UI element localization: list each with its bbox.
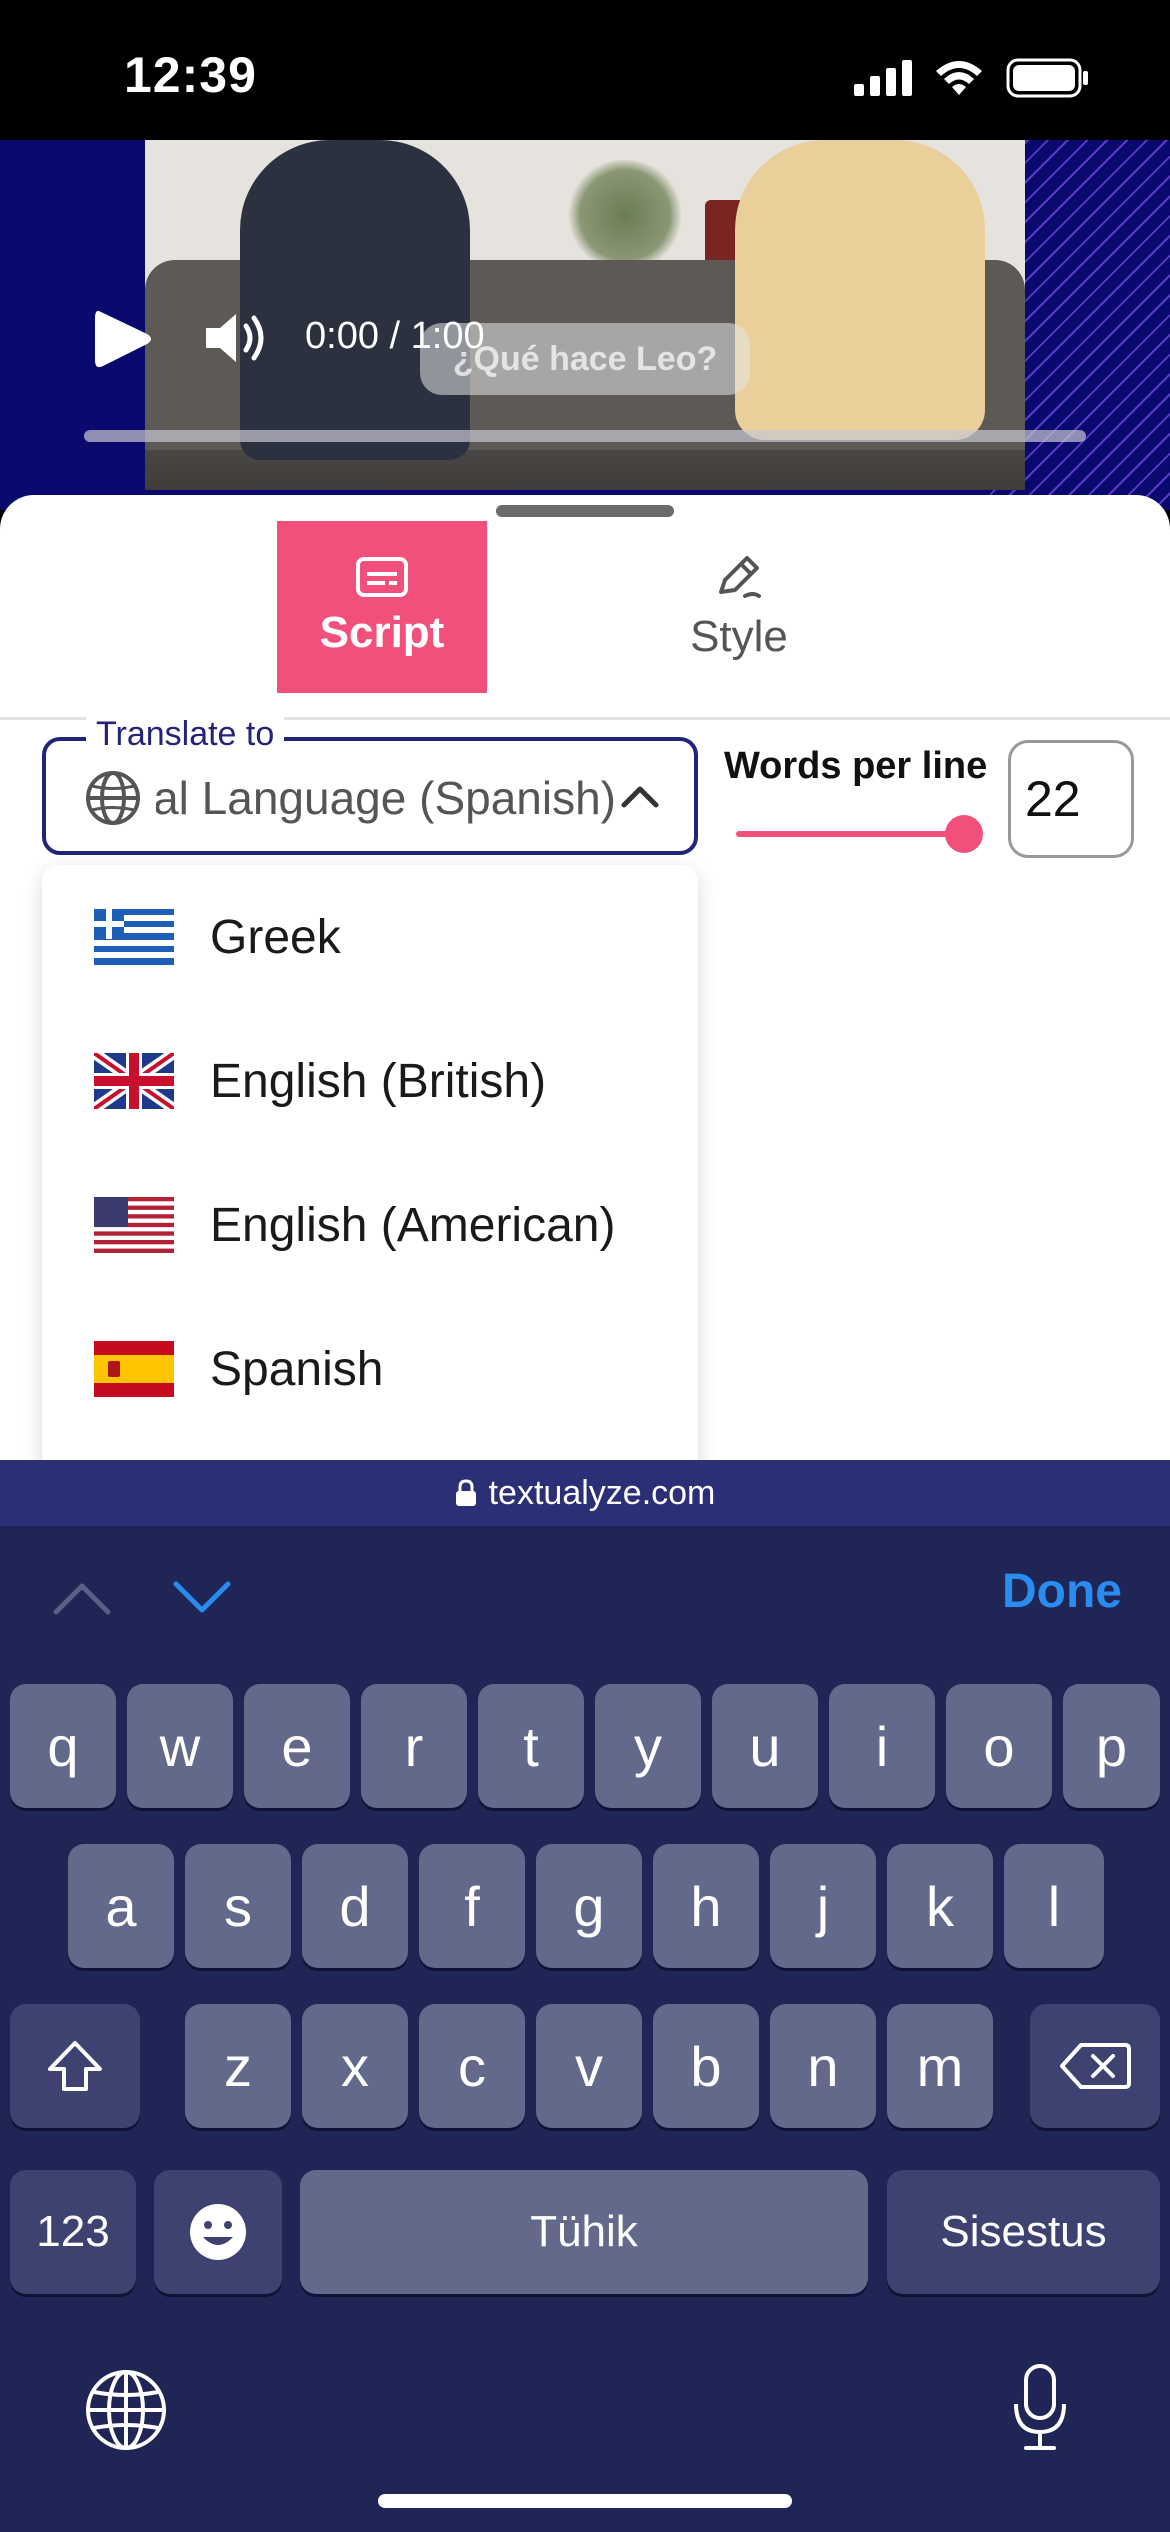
globe-icon[interactable]: [84, 2368, 168, 2452]
url-domain: textualyze.com: [488, 1473, 716, 1512]
video-player[interactable]: ¿Qué hace Leo? 0:00 / 1:00: [0, 140, 1170, 510]
language-dropdown: Greek English (British) English (America…: [42, 865, 698, 1460]
volume-icon[interactable]: [202, 308, 272, 368]
keyboard-toolbar: Done: [0, 1526, 1170, 1656]
words-per-line-slider-thumb[interactable]: [945, 815, 983, 853]
key-d[interactable]: d: [302, 1844, 408, 1968]
wifi-icon: [936, 61, 982, 95]
dropdown-option-english-american[interactable]: English (American): [42, 1153, 698, 1297]
key-p[interactable]: p: [1063, 1684, 1160, 1808]
key-f[interactable]: f: [419, 1844, 525, 1968]
translate-select[interactable]: Translate to Original Language (Spanish): [42, 715, 698, 855]
uk-flag-icon: [94, 1053, 174, 1109]
microphone-icon[interactable]: [1008, 2362, 1072, 2454]
key-w[interactable]: w: [127, 1684, 233, 1808]
key-q[interactable]: q: [10, 1684, 116, 1808]
spain-flag-icon: [94, 1341, 174, 1397]
words-per-line-input[interactable]: 22: [1008, 740, 1134, 858]
tab-style[interactable]: Style: [634, 521, 844, 693]
editor-sheet: Script Style Translate to Original Langu…: [0, 495, 1170, 1460]
key-x[interactable]: x: [302, 2004, 408, 2128]
chevron-down-icon[interactable]: [172, 1580, 232, 1616]
key-a[interactable]: a: [68, 1844, 174, 1968]
key-n[interactable]: n: [770, 2004, 876, 2128]
key-g[interactable]: g: [536, 1844, 642, 1968]
key-j[interactable]: j: [770, 1844, 876, 1968]
key-i[interactable]: i: [829, 1684, 935, 1808]
dropdown-option-label: Greek: [210, 910, 341, 964]
dropdown-option-spanish[interactable]: Spanish: [42, 1297, 698, 1441]
video-controls: ¿Qué hace Leo? 0:00 / 1:00: [0, 140, 1170, 510]
key-s[interactable]: s: [185, 1844, 291, 1968]
lock-icon: [455, 1479, 476, 1506]
time-readout: 0:00 / 1:00: [305, 315, 485, 357]
key-h[interactable]: h: [653, 1844, 759, 1968]
key-y[interactable]: y: [595, 1684, 701, 1808]
status-icons: [854, 58, 1090, 98]
url-bar[interactable]: textualyze.com: [0, 1460, 1170, 1526]
return-key[interactable]: Sisestus: [887, 2170, 1160, 2294]
shift-key[interactable]: [10, 2004, 140, 2128]
cellular-signal-icon: [854, 60, 912, 96]
dropdown-option-label: English (British): [210, 1054, 547, 1108]
dropdown-option-english-british[interactable]: English (British): [42, 1009, 698, 1153]
pen-icon: [719, 556, 761, 598]
done-button[interactable]: Done: [1002, 1564, 1122, 1619]
battery-icon: [1006, 58, 1088, 98]
tab-script-label: Script: [319, 608, 445, 657]
tab-script[interactable]: Script: [277, 521, 487, 693]
key-l[interactable]: l: [1004, 1844, 1104, 1968]
key-t[interactable]: t: [478, 1684, 584, 1808]
backspace-key[interactable]: [1030, 2004, 1160, 2128]
sheet-grabber[interactable]: [496, 505, 674, 517]
emoji-icon: [190, 2204, 246, 2260]
key-u[interactable]: u: [712, 1684, 818, 1808]
chevron-up-icon[interactable]: [620, 781, 660, 811]
dropdown-option-greek[interactable]: Greek: [42, 865, 698, 1009]
key-o[interactable]: o: [946, 1684, 1052, 1808]
dropdown-option-label: English (American): [210, 1198, 616, 1252]
home-indicator: [378, 2494, 792, 2508]
key-z[interactable]: z: [185, 2004, 291, 2128]
words-per-line-slider[interactable]: [736, 831, 976, 837]
emoji-key[interactable]: [154, 2170, 282, 2294]
dropdown-option-label: Spanish: [210, 1342, 384, 1396]
key-r[interactable]: r: [361, 1684, 467, 1808]
subtitles-icon: [356, 557, 408, 597]
numbers-key[interactable]: 123: [10, 2170, 136, 2294]
key-v[interactable]: v: [536, 2004, 642, 2128]
us-flag-icon: [94, 1197, 174, 1253]
status-time: 12:39: [124, 47, 257, 103]
globe-icon: [86, 771, 140, 825]
key-e[interactable]: e: [244, 1684, 350, 1808]
greece-flag-icon: [94, 909, 174, 965]
tab-style-label: Style: [690, 612, 788, 661]
key-b[interactable]: b: [653, 2004, 759, 2128]
shift-icon: [48, 2041, 102, 2091]
play-icon[interactable]: [95, 308, 151, 370]
key-m[interactable]: m: [887, 2004, 993, 2128]
translate-legend: Translate to: [86, 715, 285, 754]
translate-value[interactable]: Original Language (Spanish): [156, 771, 616, 831]
status-bar: 12:39: [0, 0, 1170, 140]
video-progress-bar[interactable]: [84, 430, 1086, 442]
space-key[interactable]: Tühik: [300, 2170, 868, 2294]
backspace-icon: [1060, 2043, 1131, 2089]
words-per-line-label: Words per line: [724, 745, 988, 787]
key-k[interactable]: k: [887, 1844, 993, 1968]
keyboard: Done q w e r t y u i o p a s d f g h j k…: [0, 1526, 1170, 2532]
key-c[interactable]: c: [419, 2004, 525, 2128]
chevron-up-icon[interactable]: [52, 1580, 112, 1616]
